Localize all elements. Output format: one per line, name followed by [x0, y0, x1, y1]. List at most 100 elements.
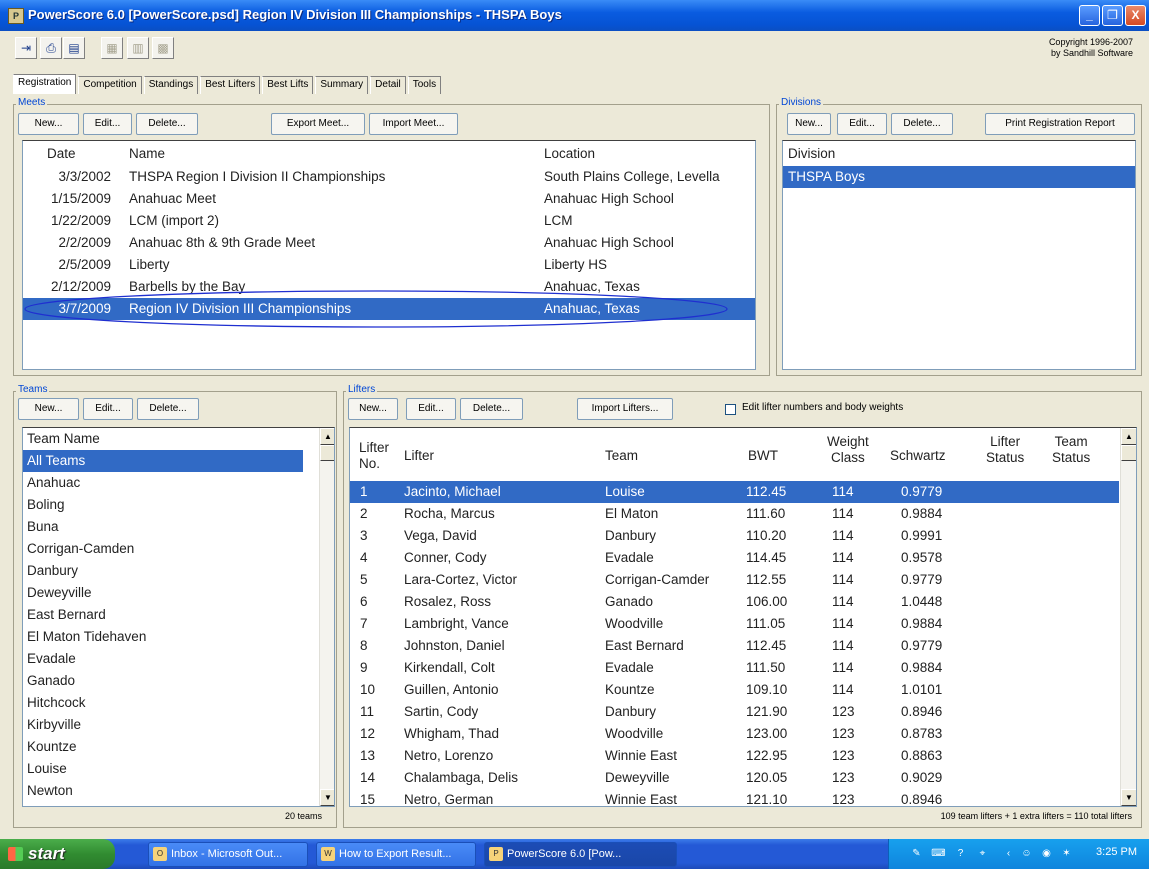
- lifter-row[interactable]: 6 Rosalez, Ross Ganado 106.00 114 1.0448: [350, 591, 1119, 613]
- team-row[interactable]: Evadale: [23, 648, 303, 670]
- taskbar-word[interactable]: W How to Export Result...: [316, 842, 476, 867]
- sheet-icon[interactable]: ▥: [127, 37, 149, 59]
- lifters-table[interactable]: Lifter No. Lifter Team BWT Weight Class Sc…: [349, 427, 1137, 807]
- lifters-col-no[interactable]: Lifter No.: [359, 440, 389, 472]
- lifters-col-team-status[interactable]: Team Status: [1052, 434, 1090, 466]
- lifters-col-schwartz[interactable]: Schwartz: [890, 448, 946, 463]
- division-row-thspa-boys[interactable]: THSPA Boys: [783, 166, 1135, 188]
- new-lifter-button[interactable]: New...: [348, 398, 398, 420]
- delete-meet-button[interactable]: Delete...: [136, 113, 198, 135]
- messenger-icon[interactable]: ☺: [1019, 846, 1034, 861]
- lifter-row[interactable]: 15 Netro, German Winnie East 121.10 123 0.894…: [350, 789, 1119, 806]
- lifters-col-lifter[interactable]: Lifter: [404, 448, 434, 463]
- team-row[interactable]: Hitchcock: [23, 692, 303, 714]
- restore-button[interactable]: ❐: [1102, 5, 1123, 26]
- teams-scrollbar[interactable]: ▲ ▼: [319, 428, 334, 806]
- lifters-col-weight-class[interactable]: Weight Class: [827, 434, 869, 466]
- export-meet-button[interactable]: Export Meet...: [271, 113, 365, 135]
- grid-icon[interactable]: ▩: [152, 37, 174, 59]
- scroll-down-icon[interactable]: ▼: [320, 789, 334, 806]
- tab-competition[interactable]: Competition: [78, 76, 142, 94]
- exit-icon[interactable]: ⇥: [15, 37, 37, 59]
- edit-numbers-checkbox[interactable]: [725, 404, 736, 415]
- scroll-thumb[interactable]: [320, 445, 334, 461]
- divisions-list[interactable]: Division THSPA Boys: [782, 140, 1136, 370]
- import-lifters-button[interactable]: Import Lifters...: [577, 398, 673, 420]
- team-row[interactable]: Kountze: [23, 736, 303, 758]
- card-icon[interactable]: ▦: [101, 37, 123, 59]
- lifter-row[interactable]: 11 Sartin, Cody Danbury 121.90 123 0.8946: [350, 701, 1119, 723]
- tab-registration[interactable]: Registration: [13, 74, 77, 94]
- edit-meet-button[interactable]: Edit...: [83, 113, 132, 135]
- copy-icon[interactable]: ▤: [63, 37, 85, 59]
- lifter-row[interactable]: 3 Vega, David Danbury 110.20 114 0.9991: [350, 525, 1119, 547]
- new-team-button[interactable]: New...: [18, 398, 79, 420]
- lifter-row[interactable]: 5 Lara-Cortez, Victor Corrigan-Camder 112.5…: [350, 569, 1119, 591]
- lifter-row[interactable]: 9 Kirkendall, Colt Evadale 111.50 114 0.9884: [350, 657, 1119, 679]
- print-registration-report-button[interactable]: Print Registration Report: [985, 113, 1135, 135]
- lifter-row[interactable]: 4 Conner, Cody Evadale 114.45 114 0.9578: [350, 547, 1119, 569]
- start-button[interactable]: start: [0, 839, 115, 869]
- lifter-row[interactable]: 8 Johnston, Daniel East Bernard 112.45 114 0.…: [350, 635, 1119, 657]
- keyboard-icon[interactable]: ⌨: [931, 846, 946, 861]
- team-row[interactable]: Louise: [23, 758, 303, 780]
- lifters-col-lifter-status[interactable]: Lifter Status: [986, 434, 1024, 466]
- delete-lifter-button[interactable]: Delete...: [460, 398, 523, 420]
- help-icon[interactable]: ?: [953, 846, 968, 861]
- taskbar-outlook[interactable]: O Inbox - Microsoft Out...: [148, 842, 308, 867]
- lifters-col-bwt[interactable]: BWT: [748, 448, 778, 463]
- team-row[interactable]: Anahuac: [23, 472, 303, 494]
- teams-list[interactable]: Team Name All Teams Anahuac Boling Buna Corr…: [22, 427, 335, 807]
- lifter-row[interactable]: 7 Lambright, Vance Woodville 111.05 114 0.988…: [350, 613, 1119, 635]
- lifters-scrollbar[interactable]: ▲ ▼: [1120, 428, 1136, 806]
- team-row[interactable]: Corrigan-Camden: [23, 538, 303, 560]
- lifter-row[interactable]: 2 Rocha, Marcus El Maton 111.60 114 0.9884: [350, 503, 1119, 525]
- scroll-thumb[interactable]: [1121, 445, 1136, 461]
- team-row[interactable]: East Bernard: [23, 604, 303, 626]
- edit-division-button[interactable]: Edit...: [837, 113, 887, 135]
- expand-tray-icon[interactable]: ‹: [1001, 846, 1016, 861]
- tab-detail[interactable]: Detail: [370, 76, 406, 94]
- tab-best-lifts[interactable]: Best Lifts: [262, 76, 314, 94]
- delete-division-button[interactable]: Delete...: [891, 113, 953, 135]
- tab-summary[interactable]: Summary: [315, 76, 369, 94]
- lifter-row[interactable]: 10 Guillen, Antonio Kountze 109.10 114 1.0101: [350, 679, 1119, 701]
- import-meet-button[interactable]: Import Meet...: [369, 113, 458, 135]
- team-row[interactable]: Danbury: [23, 560, 303, 582]
- team-row[interactable]: Deweyville: [23, 582, 303, 604]
- tab-tools[interactable]: Tools: [407, 76, 442, 94]
- scroll-up-icon[interactable]: ▲: [1121, 428, 1136, 445]
- lifter-row[interactable]: 14 Chalambaga, Delis Deweyville 120.05 123 0.…: [350, 767, 1119, 789]
- edit-team-button[interactable]: Edit...: [83, 398, 133, 420]
- print-icon[interactable]: ⎙: [40, 37, 62, 59]
- antivirus-icon[interactable]: ◉: [1039, 846, 1054, 861]
- tab-standings[interactable]: Standings: [143, 76, 199, 94]
- update-icon[interactable]: ✶: [1059, 846, 1074, 861]
- minimize-button[interactable]: _: [1079, 5, 1100, 26]
- lifter-row[interactable]: 13 Netro, Lorenzo Winnie East 122.95 123 0.88…: [350, 745, 1119, 767]
- scroll-up-icon[interactable]: ▲: [320, 428, 334, 445]
- team-row[interactable]: Kirbyville: [23, 714, 303, 736]
- divisions-col-division[interactable]: Division: [788, 146, 835, 161]
- tab-best-lifters[interactable]: Best Lifters: [200, 76, 261, 94]
- pen-icon[interactable]: ✎: [909, 846, 924, 861]
- taskbar-powerscore[interactable]: P PowerScore 6.0 [Pow...: [484, 842, 677, 867]
- team-row[interactable]: Boling: [23, 494, 303, 516]
- edit-lifter-button[interactable]: Edit...: [406, 398, 456, 420]
- team-row[interactable]: Ganado: [23, 670, 303, 692]
- close-button[interactable]: X: [1125, 5, 1146, 26]
- meets-list[interactable]: Date Name Location 3/3/2002 THSPA Region …: [22, 140, 756, 370]
- delete-team-button[interactable]: Delete...: [137, 398, 199, 420]
- new-meet-button[interactable]: New...: [18, 113, 79, 135]
- team-row[interactable]: El Maton Tidehaven: [23, 626, 303, 648]
- network-icon[interactable]: ⌖: [975, 846, 990, 861]
- team-row[interactable]: Buna: [23, 516, 303, 538]
- teams-col-team-name[interactable]: Team Name: [27, 431, 100, 446]
- new-division-button[interactable]: New...: [787, 113, 831, 135]
- lifter-row[interactable]: 12 Whigham, Thad Woodville 123.00 123 0.8783: [350, 723, 1119, 745]
- lifters-col-team[interactable]: Team: [605, 448, 638, 463]
- team-row[interactable]: Newton: [23, 780, 303, 802]
- team-row[interactable]: All Teams: [23, 450, 303, 472]
- scroll-down-icon[interactable]: ▼: [1121, 789, 1136, 806]
- lifter-row[interactable]: 1 Jacinto, Michael Louise 112.45 114 0.9779: [350, 481, 1119, 503]
